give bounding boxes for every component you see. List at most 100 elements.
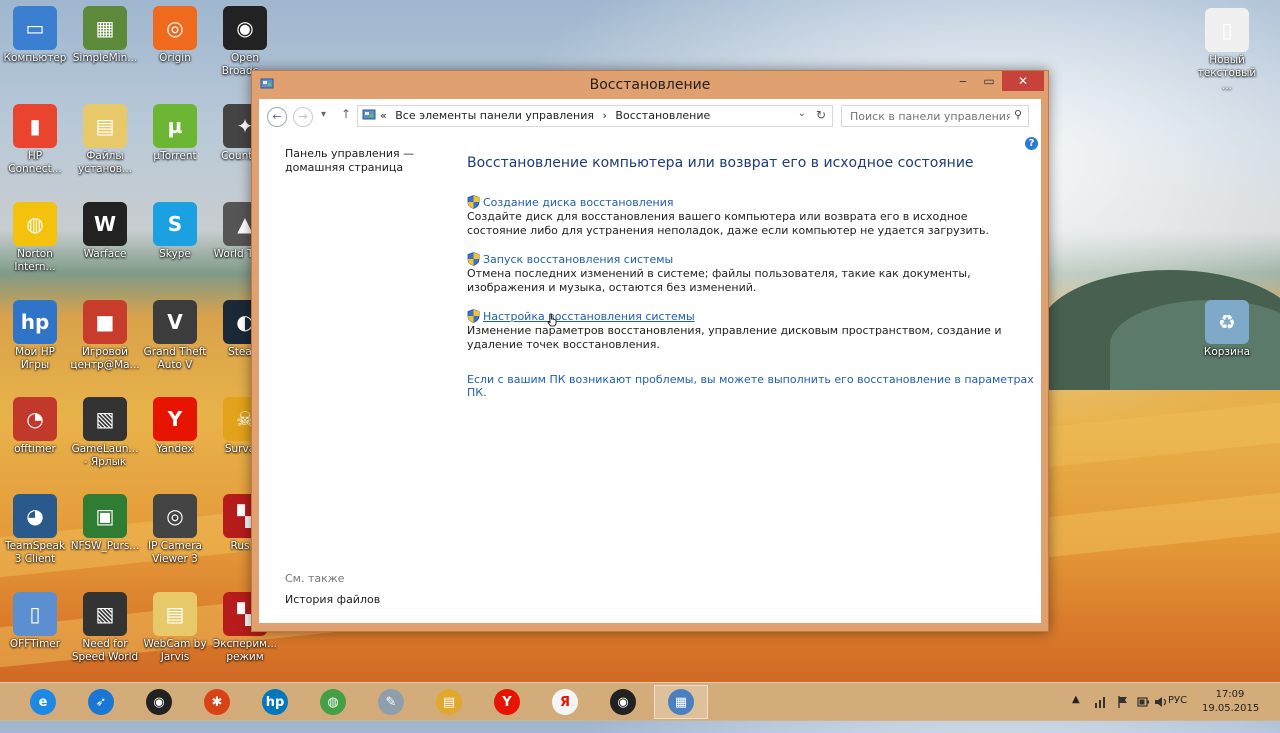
desktop-icon-label: NFSW_Purs... (70, 540, 140, 552)
desktop-icon[interactable]: ◍ Norton Intern... (0, 202, 70, 274)
desktop-icon[interactable]: S Skype (140, 202, 210, 261)
task-link-text[interactable]: Запуск восстановления системы (483, 253, 673, 266)
clock-date: 19.05.2015 (1202, 703, 1260, 714)
clock[interactable]: 17:09 19.05.2015 (1202, 688, 1260, 716)
desktop-icon-label: Norton Intern... (14, 248, 56, 273)
forward-button[interactable]: → (293, 107, 313, 127)
desktop-icon[interactable]: hp Мои HP Игры (0, 300, 70, 372)
desktop-icon-label: offtimer (14, 443, 56, 455)
desktop-icon[interactable]: ▣ NFSW_Purs... (70, 494, 140, 553)
language-indicator[interactable]: РУС (1168, 695, 1187, 733)
app-icon: Y (153, 397, 197, 441)
yandex-browser-icon: Y (494, 689, 520, 715)
desktop-icon-label: Grand Theft Auto V (143, 346, 207, 371)
desktop-icon-label: GameLaun... - Ярлык (71, 443, 139, 468)
taskbar-yandex-app[interactable]: Я (538, 685, 592, 719)
desktop-icon[interactable]: ◕ TeamSpeak 3 Client (0, 494, 70, 566)
desktop-icon[interactable]: ▧ Need for Speed World (70, 592, 140, 664)
desktop-icon-label: Yandex (156, 443, 194, 455)
up-button[interactable]: ↑ (341, 107, 351, 121)
desktop-icon[interactable]: ◉ Open Broadc... (210, 6, 280, 78)
uac-shield-icon (467, 309, 480, 323)
app-icon: ▯ (1205, 8, 1249, 52)
taskbar-hp-app[interactable]: hp (248, 685, 302, 719)
network-icon[interactable] (1094, 695, 1108, 709)
breadcrumb-separator[interactable]: › (603, 109, 607, 122)
task-link-text[interactable]: Настройка восстановления системы (483, 310, 695, 323)
desktop-icon[interactable]: ◎ IP Camera Viewer 3 (140, 494, 210, 566)
desktop-icon[interactable]: ▭ Компьютер (0, 6, 70, 65)
recovery-window: Восстановление ‒ ▭ ✕ ← → ▾ ↑ « Все элеме… (251, 70, 1049, 632)
taskbar-bluestacks-app[interactable]: ✱ (190, 685, 244, 719)
app-icon: ◉ (223, 6, 267, 50)
desktop-icon[interactable]: ▮ HP Connect... (0, 104, 70, 176)
breadcrumb-recovery[interactable]: Восстановление (615, 109, 710, 122)
app-icon: ▤ (153, 592, 197, 636)
breadcrumb-all-control-panel-items[interactable]: Все элементы панели управления (395, 109, 594, 122)
battery-icon[interactable] (1136, 695, 1150, 709)
taskbar-rocket-app[interactable]: ➶ (74, 685, 128, 719)
taskbar-internet-explorer[interactable]: e (16, 685, 70, 719)
chrome-icon: ◍ (320, 689, 346, 715)
search-input[interactable] (848, 107, 1012, 125)
address-bar[interactable]: « Все элементы панели управления › Восст… (357, 105, 833, 127)
tray-overflow-icon[interactable]: ▲ (1072, 694, 1080, 732)
volume-icon[interactable] (1154, 695, 1168, 709)
recent-locations-dropdown[interactable]: ▾ (321, 109, 326, 120)
desktop-icon[interactable]: ▤ WebCam by Jarvis (140, 592, 210, 664)
close-button[interactable]: ✕ (1002, 71, 1044, 91)
start-system-restore-link[interactable]: Запуск восстановления системы (467, 252, 1027, 266)
taskbar-yandex-browser[interactable]: Y (480, 685, 534, 719)
taskbar-control-panel[interactable]: ▦ (654, 685, 708, 719)
help-icon[interactable]: ? (1025, 137, 1038, 150)
action-center-flag-icon[interactable] (1116, 695, 1130, 709)
desktop-icon-label: Компьютер (3, 52, 67, 64)
taskbar-file-explorer[interactable]: ▤ (422, 685, 476, 719)
taskbar-obs-app[interactable]: ◉ (596, 685, 650, 719)
breadcrumb-overflow[interactable]: « (380, 109, 387, 122)
search-box[interactable]: ⚲ (841, 105, 1029, 127)
desktop-icon[interactable]: ▦ SimpleMin... (70, 6, 140, 65)
control-panel-home-link[interactable]: Панель управления — домашняя страница (285, 147, 415, 175)
taskbar-chrome[interactable]: ◍ (306, 685, 360, 719)
desktop-icon[interactable]: V Grand Theft Auto V (140, 300, 210, 372)
desktop-icon[interactable]: Y Yandex (140, 397, 210, 456)
create-recovery-drive-link[interactable]: Создание диска восстановления (467, 195, 1027, 209)
task-description: Создайте диск для восстановления вашего … (467, 210, 990, 237)
file-history-link[interactable]: История файлов (285, 593, 380, 606)
desktop-icon[interactable]: W Warface (70, 202, 140, 261)
app-icon: ▯ (13, 592, 57, 636)
desktop-icon[interactable]: ▧ GameLaun... - Ярлык (70, 397, 140, 469)
desktop-icon-label: Новый текстовый ... (1197, 54, 1257, 92)
back-button[interactable]: ← (267, 107, 287, 127)
search-icon[interactable]: ⚲ (1014, 108, 1022, 121)
pc-settings-recovery-link[interactable]: Если с вашим ПК возникают проблемы, вы м… (467, 373, 1041, 399)
title-bar[interactable]: Восстановление ‒ ▭ ✕ (252, 71, 1048, 99)
maximize-button[interactable]: ▭ (976, 71, 1002, 91)
minimize-button[interactable]: ‒ (950, 71, 976, 91)
see-also-heading: См. также (285, 572, 345, 585)
desktop-icon[interactable]: ▯ OFFTimer (0, 592, 70, 651)
desktop-icon-label: Корзина (1203, 346, 1251, 358)
desktop-icon[interactable]: ▯ Новый текстовый ... (1192, 8, 1262, 93)
desktop-icon-label: IP Camera Viewer 3 (148, 540, 202, 565)
taskbar-webcam-app[interactable]: ◉ (132, 685, 186, 719)
desktop-icon[interactable]: µ µTorrent (140, 104, 210, 163)
desktop-icon[interactable]: ■ Игровой центр@Ma... (70, 300, 140, 372)
desktop-icon-label: Warface (83, 248, 127, 260)
app-icon: ◕ (13, 494, 57, 538)
desktop-icon-label: HP Connect... (8, 150, 62, 175)
app-icon: ◔ (13, 397, 57, 441)
task-link-text[interactable]: Создание диска восстановления (483, 196, 674, 209)
desktop-icon[interactable]: ◔ offtimer (0, 397, 70, 456)
taskbar-paint-app[interactable]: ✎ (364, 685, 418, 719)
refresh-icon[interactable]: ↻ (816, 108, 826, 122)
desktop-icon[interactable]: ▤ Файлы установ... (70, 104, 140, 176)
address-dropdown-icon[interactable]: ⌄ (798, 108, 806, 119)
desktop-icon-label: OFFTimer (9, 638, 61, 650)
desktop-icon-label: TeamSpeak 3 Client (4, 540, 66, 565)
desktop-icon[interactable]: ♻ Корзина (1192, 300, 1262, 359)
clock-time: 17:09 (1215, 689, 1245, 700)
desktop-icon[interactable]: ◎ Origin (140, 6, 210, 65)
taskbar: e ➶ ◉ ✱ hp ◍ ✎ ▤ Y Я ◉ ▦ ▲ РУС 17:09 19.05.2015 (0, 682, 1280, 721)
